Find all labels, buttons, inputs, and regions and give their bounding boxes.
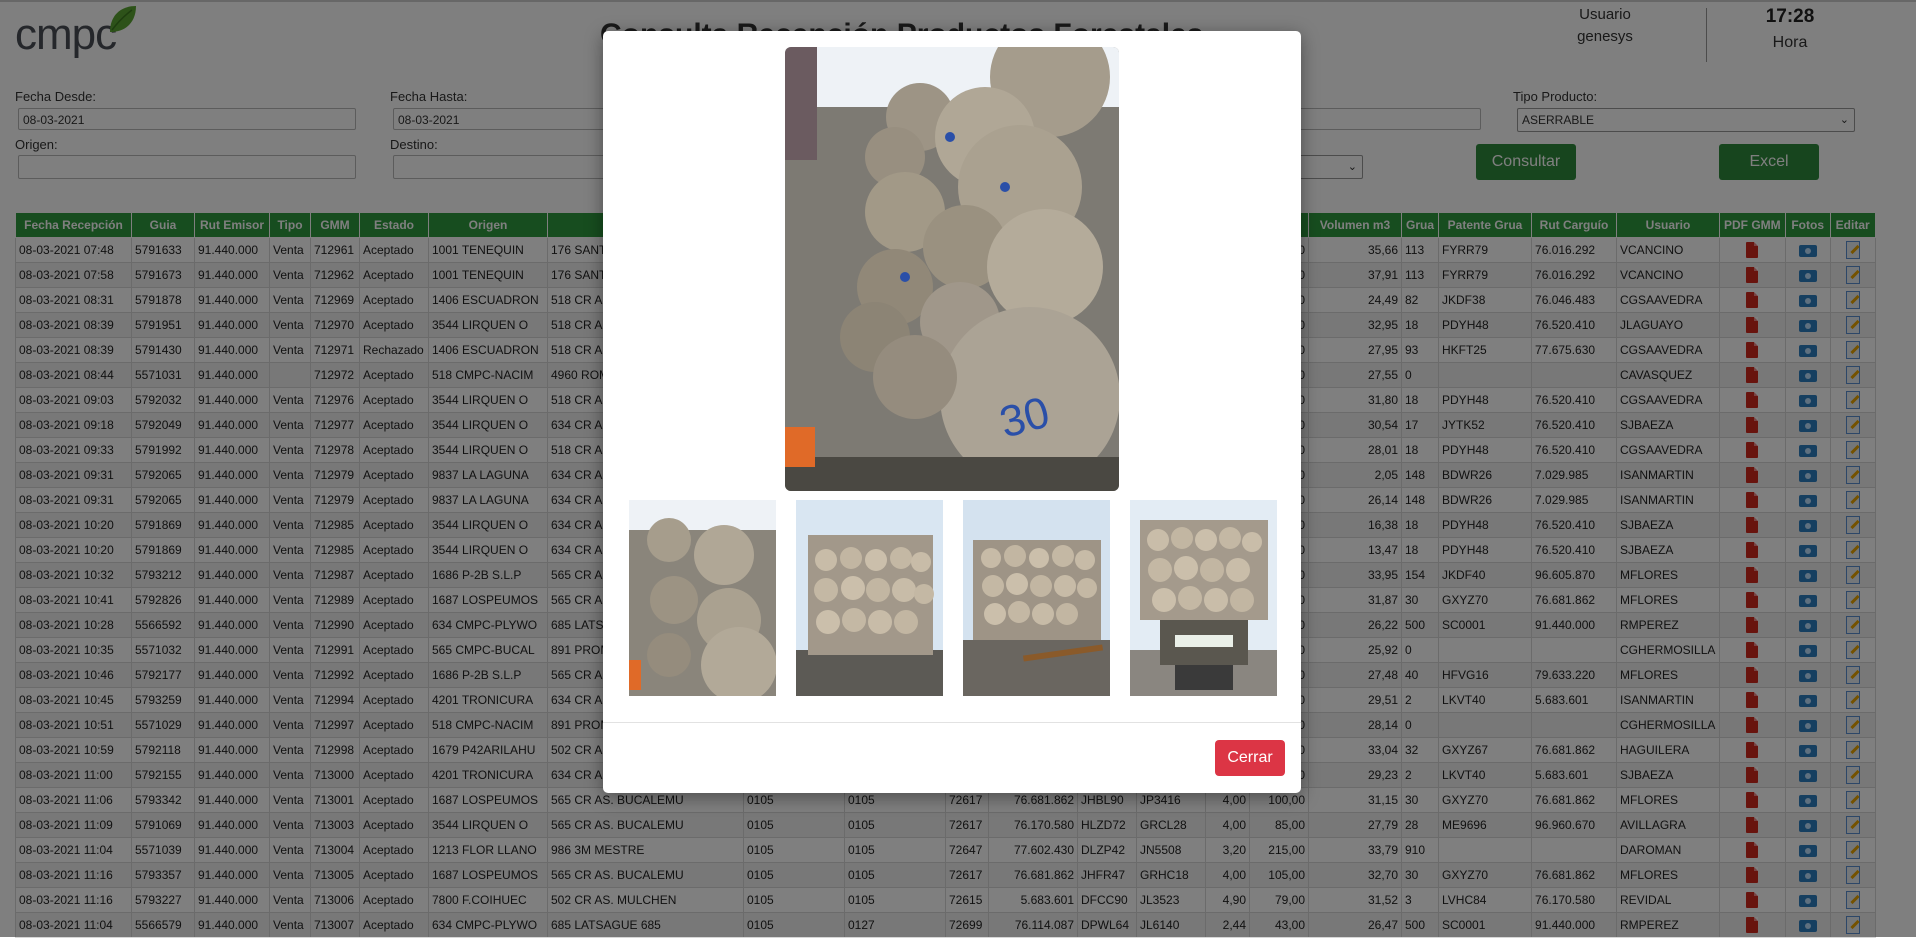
thumbnail-4[interactable] (1130, 500, 1277, 696)
thumbnail-2[interactable] (796, 500, 943, 696)
thumbnail-3[interactable] (963, 500, 1110, 696)
photo-modal: 30 Cerrar (603, 31, 1301, 793)
main-photo: 30 (785, 47, 1119, 491)
close-button[interactable]: Cerrar (1215, 740, 1285, 776)
thumbnail-1[interactable] (629, 500, 776, 696)
log-pile-photo: 30 (785, 47, 1119, 491)
modal-footer-divider (603, 722, 1301, 723)
